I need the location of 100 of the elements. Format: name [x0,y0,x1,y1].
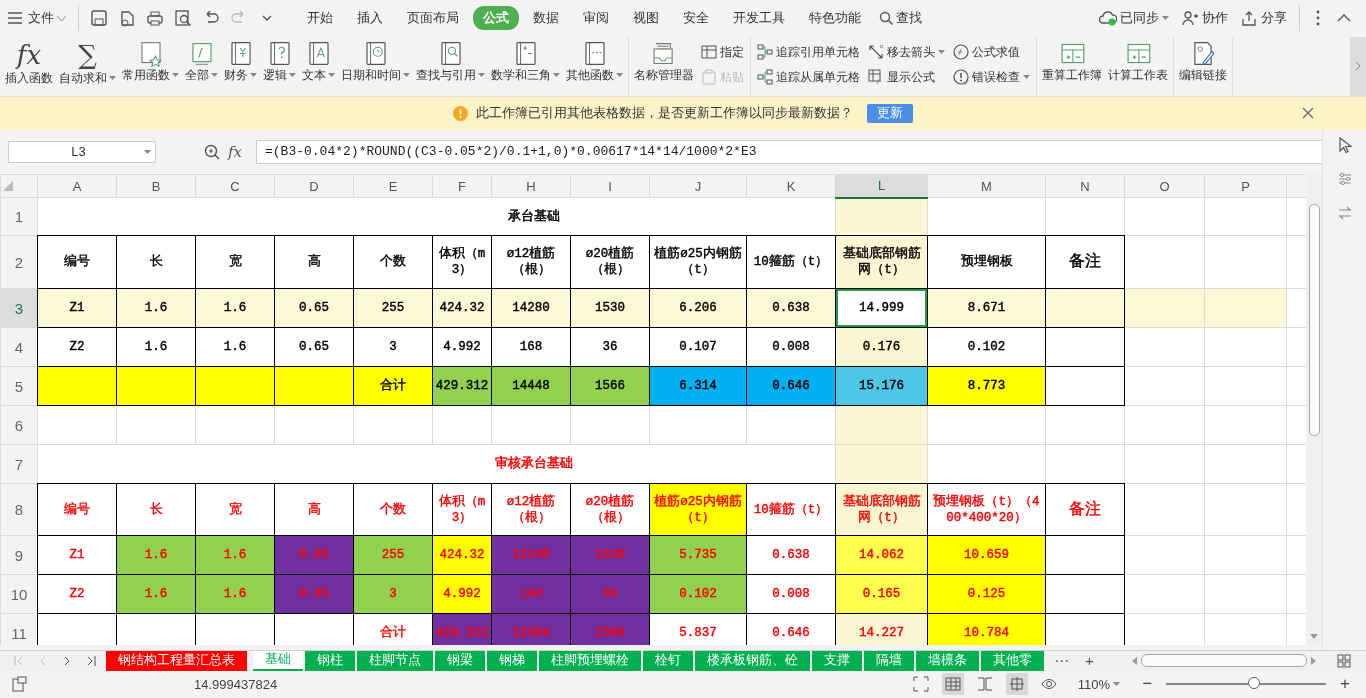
menu-tab[interactable]: 特色功能 [799,6,871,31]
menu-tab[interactable]: 开发工具 [723,6,795,31]
page-layout-icon[interactable] [1008,676,1025,693]
table-cell[interactable] [274,366,354,406]
ribbon-button[interactable]: 数学和三角 [488,36,563,96]
account-button[interactable]: 已同步 [1093,6,1175,31]
row-header[interactable]: 7 [0,444,38,484]
ribbon-button[interactable]: 日期和时间 [338,36,413,96]
table-cell[interactable]: 8.773 [927,366,1046,406]
column-header[interactable]: O [1124,174,1205,198]
column-header[interactable]: L [835,174,928,198]
scroll-right-icon[interactable] [1311,656,1316,665]
scroll-thumb[interactable] [1140,654,1307,668]
table-cell[interactable]: 8.671 [927,288,1046,328]
column-header[interactable]: H [491,174,571,198]
grid-icon[interactable] [1337,653,1351,668]
next-sheet-icon[interactable] [62,655,72,666]
ribbon-button[interactable]: 追踪引用单元格 [755,41,862,63]
row-header[interactable]: 11 [0,613,38,645]
table-cell[interactable]: Z2 [37,327,117,367]
column-header[interactable]: A [37,174,117,198]
row-header[interactable]: 5 [0,366,38,406]
table-cell[interactable]: 14.999 [835,288,928,328]
ribbon-button[interactable]: 重算工作簿 [1039,36,1105,96]
more-sheets-button[interactable]: ⋯ [1046,650,1077,671]
export-icon[interactable] [118,9,136,28]
table-cell[interactable]: 高 [274,235,354,289]
table-cell[interactable]: 14280 [491,288,571,328]
column-header[interactable]: E [353,174,433,198]
table-cell[interactable]: ø20植筋（根） [570,483,650,536]
table-cell[interactable]: 体积（m3） [432,235,492,289]
table-cell[interactable]: 个数 [353,235,433,289]
table-cell[interactable]: 0.008 [746,327,836,367]
print-icon[interactable] [146,9,164,28]
table-cell[interactable]: 备注 [1045,483,1125,536]
table-cell[interactable]: 424.32 [432,288,492,328]
ribbon-button[interactable]: 移去箭头 [866,41,947,63]
table-cell[interactable]: 0.102 [927,327,1046,367]
search-button[interactable]: 查找 [873,6,928,31]
menu-tab[interactable]: 安全 [673,6,719,31]
table-cell[interactable]: 0.638 [746,535,836,575]
table-cell[interactable]: 255 [353,288,433,328]
account-button[interactable]: 协作 [1175,6,1234,31]
table-cell[interactable]: 3 [353,327,433,367]
table-cell[interactable]: 植筋ø25内钢筋（t） [649,235,747,289]
table-cell[interactable]: 14448 [491,366,571,406]
file-menu[interactable]: 文件 [22,6,72,31]
table-cell[interactable]: 宽 [195,483,275,536]
table-cell[interactable]: 0.176 [835,327,928,367]
table-cell[interactable]: 合计 [353,366,433,406]
table-cell[interactable]: 0.65 [274,327,354,367]
table-cell[interactable]: 10箍筋（t） [746,235,836,289]
row-header[interactable]: 2 [0,235,38,289]
table-cell[interactable] [37,366,117,406]
ribbon-button[interactable]: 追踪从属单元格 [755,66,862,88]
table-cell[interactable]: 0.008 [746,574,836,614]
table-cell[interactable]: 基础底部钢筋网（t） [835,483,928,536]
table-cell[interactable]: 长 [116,235,196,289]
table-cell[interactable]: Z1 [37,535,117,575]
close-icon[interactable] [1302,106,1314,119]
scroll-left-icon[interactable] [1131,656,1137,665]
zoom-in-button[interactable]: + [1336,674,1354,695]
table-cell[interactable]: 个数 [353,483,433,536]
row-header[interactable]: 3 [0,288,38,328]
table-cell[interactable]: 基础底部钢筋网（t） [835,235,928,289]
table-cell[interactable]: ø20植筋（根） [570,235,650,289]
ribbon-button[interactable]: ∑ 自动求和 [56,36,119,96]
table-cell[interactable]: 0.646 [746,366,836,406]
add-sheet-button[interactable]: + [1077,650,1102,671]
function-icon[interactable]: fx [228,142,242,161]
table-cell[interactable]: 429.312 [432,366,492,406]
zoom-slider[interactable] [1248,677,1261,690]
table-cell[interactable] [116,366,196,406]
ribbon-button[interactable]: 财务 [221,36,260,96]
ribbon-button[interactable]: fx 插入函数 [2,36,56,96]
table-cell[interactable]: 10.659 [927,535,1046,575]
table-cell[interactable]: 14.062 [835,535,928,575]
ribbon-button[interactable]: 文本 [299,36,338,96]
document-icon[interactable] [12,676,28,693]
table-cell[interactable]: 4.992 [432,327,492,367]
table-cell[interactable]: 424.32 [432,535,492,575]
table-cell[interactable]: 编号 [37,483,117,536]
table-cell[interactable]: 高 [274,483,354,536]
name-box[interactable]: L3 [8,140,156,163]
ribbon-button[interactable]: 逻辑 [260,36,299,96]
table-cell[interactable]: 0.165 [835,574,928,614]
table-cell[interactable]: 编号 [37,235,117,289]
account-button[interactable]: 分享 [1234,6,1293,31]
row-header[interactable]: 6 [0,405,38,445]
print-preview-icon[interactable] [174,9,192,28]
ribbon-button[interactable]: 公式求值 [951,41,1032,63]
table-cell[interactable]: 植筋ø25内钢筋（t） [649,483,747,536]
ribbon-button[interactable]: 错误检查 [951,66,1032,88]
menu-tab[interactable]: 数据 [523,6,569,31]
row-header[interactable]: 1 [0,197,38,236]
scroll-thumb[interactable] [1308,203,1320,436]
table-cell[interactable]: 6.206 [649,288,747,328]
table-cell[interactable]: 10.784 [927,613,1046,645]
save-icon[interactable] [90,9,108,28]
zoom-out-button[interactable]: − [1138,674,1157,695]
